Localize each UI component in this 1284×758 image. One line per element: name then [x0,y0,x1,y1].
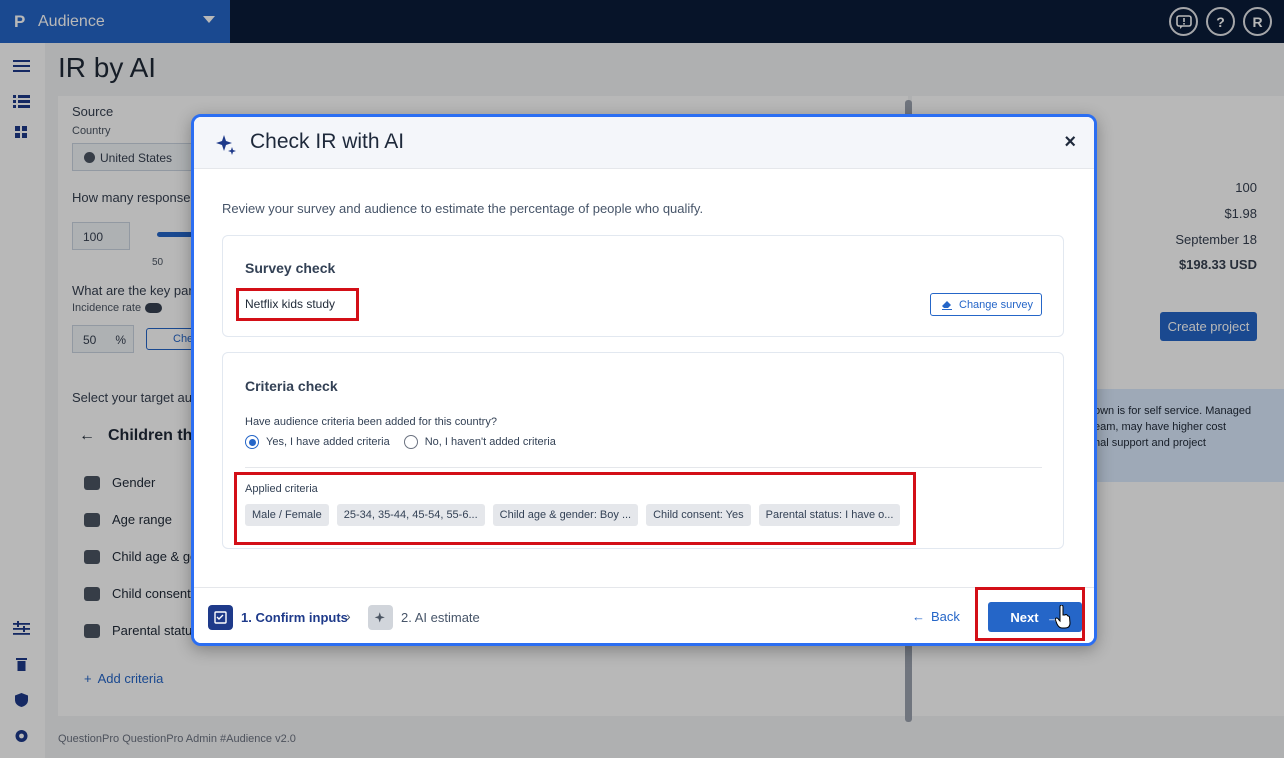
eraser-icon [942,301,952,310]
divider [245,467,1042,468]
step-confirm-inputs: 1. Confirm inputs [208,605,348,630]
back-label: Back [931,609,960,624]
chevron-right-icon: › [346,608,351,624]
step-label: 2. AI estimate [401,610,480,625]
modal-footer: 1. Confirm inputs › 2. AI estimate ← Bac… [194,587,1094,643]
arrow-left-icon: ← [912,609,925,624]
checklist-icon [208,605,233,630]
close-icon[interactable]: × [1064,131,1076,154]
highlight-applied-criteria [234,472,916,545]
modal-header: Check IR with AI × [194,117,1094,169]
radio-label: Yes, I have added criteria [266,436,390,448]
radio-label: No, I haven't added criteria [424,436,556,448]
modal-title: Check IR with AI [250,130,405,153]
back-button[interactable]: ← Back [912,609,960,624]
change-survey-button[interactable]: Change survey [930,293,1042,316]
sparkle-step-icon [368,605,393,630]
step-ai-estimate: 2. AI estimate [368,605,480,630]
radio-unselected-icon [403,435,418,449]
hand-cursor-icon [1055,605,1071,629]
radio-no-added[interactable]: No, I haven't added criteria [403,435,556,449]
highlight-survey-name [236,288,359,321]
survey-check-title: Survey check [245,260,336,276]
criteria-question: Have audience criteria been added for th… [245,416,497,428]
check-ir-modal: Check IR with AI × Review your survey an… [191,114,1097,646]
radio-yes-added[interactable]: Yes, I have added criteria [245,435,390,449]
modal-description: Review your survey and audience to estim… [222,201,704,216]
criteria-check-title: Criteria check [245,378,338,394]
step-label: 1. Confirm inputs [241,610,348,625]
survey-check-card: Survey check Netflix kids study Change s… [222,235,1064,337]
sparkle-icon [216,135,236,155]
change-survey-label: Change survey [959,298,1033,311]
radio-selected-icon [245,435,259,449]
